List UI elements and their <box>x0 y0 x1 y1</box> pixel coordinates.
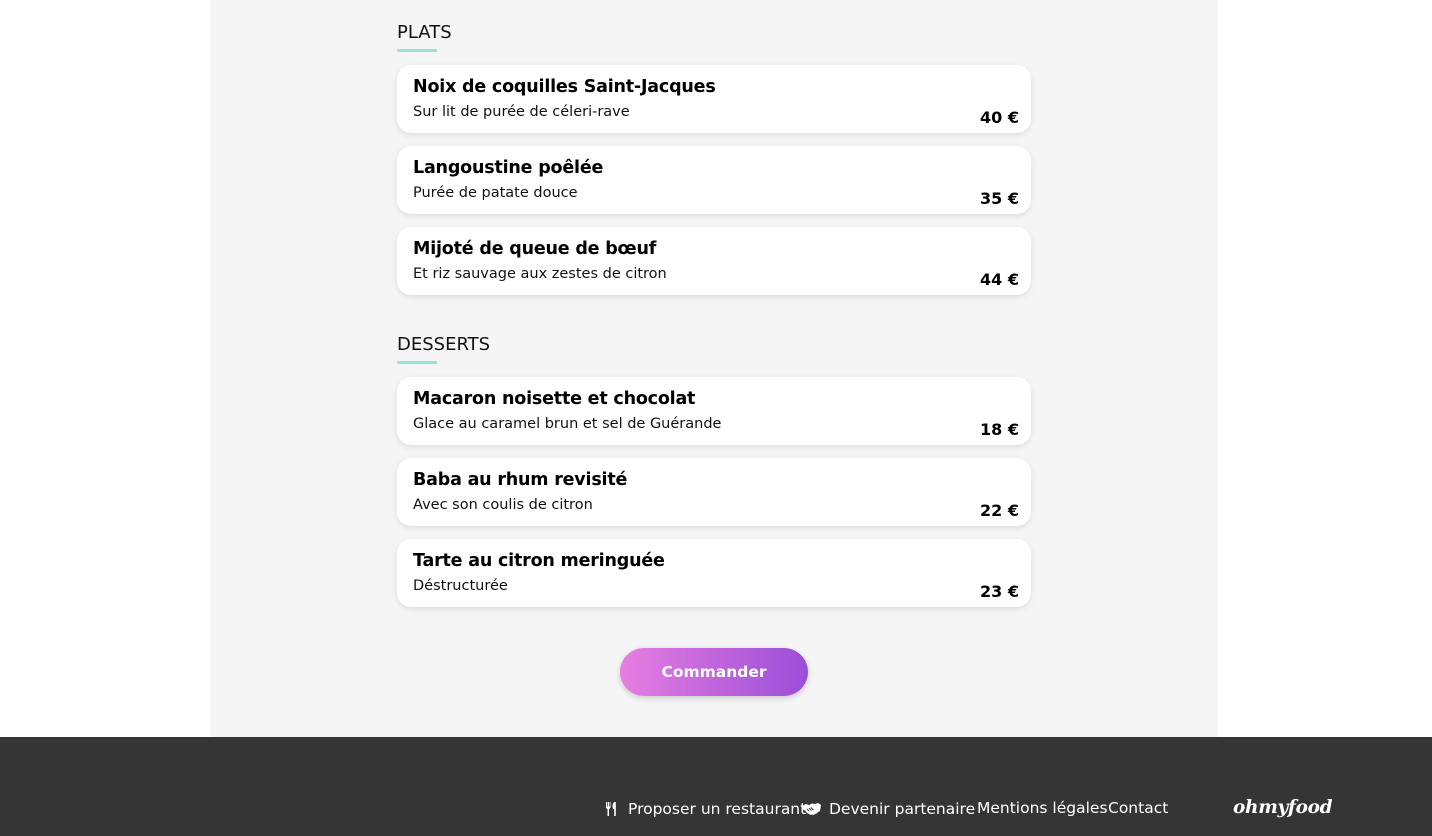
handshake-icon <box>802 801 821 817</box>
menu-item-price: 23 € <box>980 582 1019 601</box>
footer-link-legal-notice[interactable]: Mentions légales <box>977 799 1108 817</box>
menu-item-name: Baba au rhum revisité <box>413 470 628 490</box>
menu-item-description: Purée de patate douce <box>413 185 578 201</box>
order-button[interactable]: Commander <box>620 648 808 696</box>
menu-item-card[interactable]: Noix de coquilles Saint-Jacques Sur lit … <box>397 65 1031 133</box>
menu-item-price: 22 € <box>980 501 1019 520</box>
menu-item-card[interactable]: Tarte au citron meringuée Déstructurée 2… <box>397 539 1031 607</box>
menu-item-name: Tarte au citron meringuée <box>413 551 665 571</box>
footer-link-label: Proposer un restaurant <box>628 800 807 818</box>
footer: Proposer un restaurant Devenir partenair… <box>0 737 1432 836</box>
menu-item-price: 40 € <box>980 108 1019 127</box>
menu-item-price: 18 € <box>980 420 1019 439</box>
menu-item-price: 35 € <box>980 189 1019 208</box>
section-title-plats: PLATS <box>397 22 452 43</box>
footer-link-become-partner[interactable]: Devenir partenaire <box>802 800 975 818</box>
menu-item-name: Mijoté de queue de bœuf <box>413 239 657 259</box>
menu-item-card[interactable]: Baba au rhum revisité Avec son coulis de… <box>397 458 1031 526</box>
menu-item-card[interactable]: Mijoté de queue de bœuf Et riz sauvage a… <box>397 227 1031 295</box>
menu-item-card[interactable]: Macaron noisette et chocolat Glace au ca… <box>397 377 1031 445</box>
menu-item-name: Langoustine poêlée <box>413 158 604 178</box>
menu-item-description: Glace au caramel brun et sel de Guérande <box>413 416 722 432</box>
section-underline-plats <box>397 49 437 52</box>
menu-item-description: Déstructurée <box>413 578 508 594</box>
menu-item-description: Sur lit de purée de céleri-rave <box>413 104 630 120</box>
footer-link-propose-restaurant[interactable]: Proposer un restaurant <box>604 800 806 818</box>
section-underline-desserts <box>397 361 437 364</box>
utensils-icon <box>604 801 620 817</box>
menu-item-card[interactable]: Langoustine poêlée Purée de patate douce… <box>397 146 1031 214</box>
footer-link-contact[interactable]: Contact <box>1108 799 1168 817</box>
menu-item-description: Avec son coulis de citron <box>413 497 593 513</box>
menu-item-description: Et riz sauvage aux zestes de citron <box>413 266 667 282</box>
footer-link-label: Contact <box>1108 799 1169 817</box>
brand-logo[interactable]: ohmyfood <box>1233 797 1333 818</box>
menu-item-name: Noix de coquilles Saint-Jacques <box>413 77 716 97</box>
menu-item-name: Macaron noisette et chocolat <box>413 389 696 409</box>
footer-link-label: Mentions légales <box>977 799 1108 817</box>
footer-link-label: Devenir partenaire <box>829 800 976 818</box>
section-title-desserts: DESSERTS <box>397 334 491 355</box>
menu-item-price: 44 € <box>980 270 1019 289</box>
